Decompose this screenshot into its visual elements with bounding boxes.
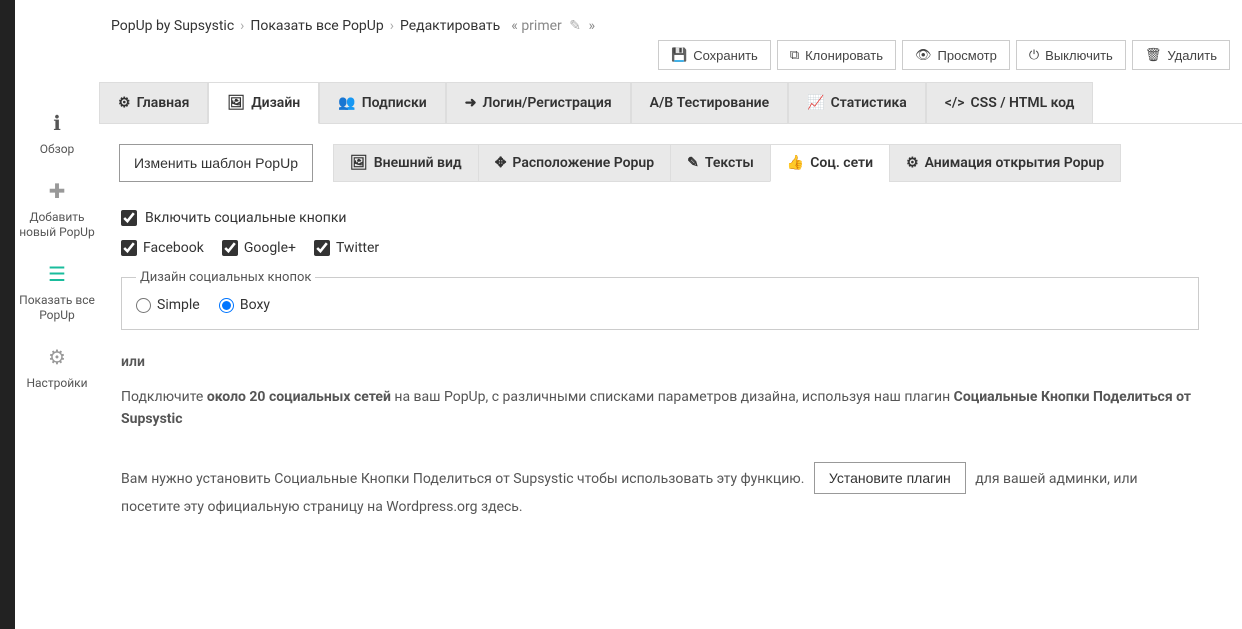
- popup-title: primer: [521, 18, 561, 34]
- login-icon: ➜: [465, 95, 477, 111]
- twitter-checkbox[interactable]: [314, 240, 330, 256]
- tab-code[interactable]: </> CSS / HTML код: [926, 82, 1094, 123]
- gear-icon: ⚙: [48, 344, 66, 370]
- facebook-label: Facebook: [143, 240, 204, 256]
- main-panel: PopUp by Supsystic › Показать все PopUp …: [99, 0, 1242, 629]
- sidebar-label: Настройки: [26, 376, 87, 392]
- plus-circle-icon: ✚: [49, 178, 66, 204]
- boxy-label: Boxy: [240, 297, 270, 313]
- tab-content: Изменить шаблон PopUp 🖼 Внешний вид ✥ Ра…: [99, 124, 1242, 541]
- users-icon: 👥: [338, 95, 355, 111]
- list-icon: ☰: [48, 261, 66, 287]
- subtab-animation[interactable]: ⚙ Анимация открытия Popup: [889, 144, 1121, 182]
- edit-icon: ✎: [687, 155, 699, 171]
- google-label: Google+: [244, 240, 296, 256]
- wp-admin-bar: [0, 0, 15, 629]
- save-icon: 💾: [671, 47, 687, 63]
- sidebar-show-all[interactable]: ☰ Показать все PopUp: [15, 251, 99, 334]
- dashboard-icon: ⚙: [118, 95, 131, 111]
- install-plugin-row: Вам нужно установить Социальные Кнопки П…: [121, 462, 1199, 521]
- disable-button[interactable]: ⏻ Выключить: [1016, 40, 1126, 70]
- tab-login[interactable]: ➜ Логин/Регистрация: [446, 82, 631, 123]
- breadcrumb-all[interactable]: Показать все PopUp: [250, 18, 383, 34]
- sidebar-label: Добавить новый PopUp: [19, 210, 95, 241]
- facebook-checkbox[interactable]: [121, 240, 137, 256]
- main-tabs: ⚙ Главная 🖼 Дизайн 👥 Подписки ➜ Логин/Ре…: [99, 82, 1242, 124]
- copy-icon: ⧉: [790, 47, 799, 63]
- breadcrumb-sep: ›: [240, 18, 244, 34]
- install-plugin-button[interactable]: Установите плагин: [814, 462, 966, 494]
- delete-button[interactable]: 🗑 Удалить: [1132, 40, 1230, 70]
- fieldset-legend: Дизайн социальных кнопок: [136, 270, 315, 285]
- tab-statistics[interactable]: 📈 Статистика: [788, 82, 926, 123]
- tab-ab-testing[interactable]: A/B Тестирование: [631, 82, 789, 123]
- sidebar-settings[interactable]: ⚙ Настройки: [15, 334, 99, 402]
- image-icon: 🖼: [227, 95, 245, 111]
- image-icon: 🖼: [350, 155, 368, 171]
- change-template-button[interactable]: Изменить шаблон PopUp: [119, 144, 313, 182]
- boxy-radio[interactable]: [219, 298, 234, 313]
- code-icon: </>: [945, 95, 965, 111]
- social-settings: Включить социальные кнопки Facebook Goog…: [119, 210, 1199, 521]
- help-text: Подключите около 20 социальных сетей на …: [121, 386, 1199, 431]
- sidebar-label: Обзор: [40, 142, 75, 158]
- action-buttons: 💾 Сохранить ⧉ Клонировать 👁 Просмотр ⏻ В…: [658, 40, 1230, 70]
- eye-icon: 👁: [915, 47, 932, 63]
- design-subtabs: 🖼 Внешний вид ✥ Расположение Popup ✎ Тек…: [333, 144, 1120, 181]
- breadcrumb-edit: Редактировать: [400, 18, 500, 34]
- preview-button[interactable]: 👁 Просмотр: [902, 40, 1010, 70]
- tab-design[interactable]: 🖼 Дизайн: [208, 82, 319, 124]
- breadcrumb-title-wrap: « primer ✎ »: [511, 18, 595, 34]
- subtab-appearance[interactable]: 🖼 Внешний вид: [333, 144, 479, 182]
- subtab-social[interactable]: 👍 Соц. сети: [770, 144, 890, 182]
- toggle-icon: ⏻: [1029, 47, 1039, 63]
- save-button[interactable]: 💾 Сохранить: [658, 40, 771, 70]
- info-icon: ℹ: [53, 110, 61, 136]
- or-separator: или: [121, 354, 1199, 370]
- chart-icon: 📈: [807, 95, 824, 111]
- social-design-fieldset: Дизайн социальных кнопок Simple Boxy: [121, 270, 1199, 330]
- sidebar-add-new[interactable]: ✚ Добавить новый PopUp: [15, 168, 99, 251]
- enable-social-checkbox[interactable]: [121, 210, 137, 226]
- tab-main[interactable]: ⚙ Главная: [99, 82, 208, 123]
- clone-button[interactable]: ⧉ Клонировать: [777, 40, 896, 70]
- sidebar-label: Показать все PopUp: [19, 293, 95, 324]
- subtab-position[interactable]: ✥ Расположение Popup: [478, 144, 671, 182]
- simple-radio[interactable]: [136, 298, 151, 313]
- google-checkbox[interactable]: [222, 240, 238, 256]
- trash-icon: 🗑: [1145, 47, 1162, 63]
- breadcrumb-sep: ›: [390, 18, 394, 34]
- sidebar-overview[interactable]: ℹ Обзор: [15, 100, 99, 168]
- enable-social-label: Включить социальные кнопки: [145, 210, 347, 226]
- tab-subscriptions[interactable]: 👥 Подписки: [319, 82, 445, 123]
- breadcrumb-root[interactable]: PopUp by Supsystic: [111, 18, 234, 34]
- thumbs-up-icon: 👍: [787, 155, 804, 171]
- move-icon: ✥: [495, 155, 507, 171]
- gear-icon: ⚙: [906, 155, 919, 171]
- pencil-icon[interactable]: ✎: [569, 18, 581, 34]
- twitter-label: Twitter: [336, 240, 379, 256]
- subtab-texts[interactable]: ✎ Тексты: [670, 144, 771, 182]
- plugin-sidebar: ℹ Обзор ✚ Добавить новый PopUp ☰ Показат…: [15, 0, 99, 629]
- simple-label: Simple: [157, 297, 200, 313]
